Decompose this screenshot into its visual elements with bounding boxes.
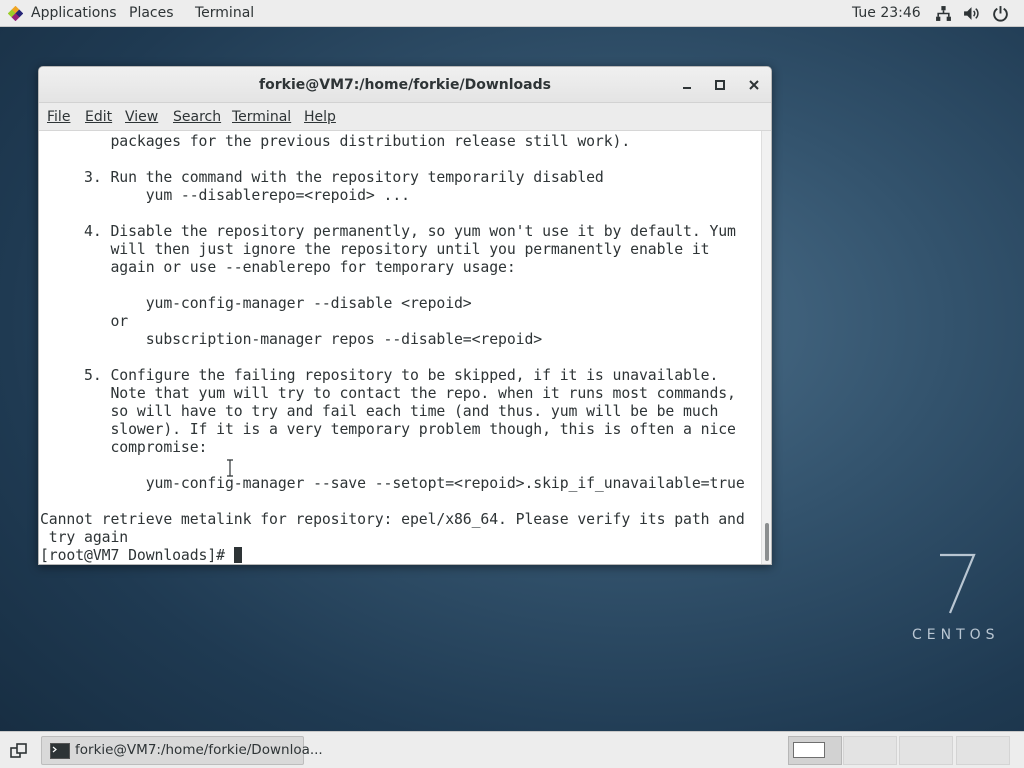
text-cursor-icon bbox=[227, 459, 233, 477]
terminal-app-menu[interactable]: Terminal bbox=[195, 0, 254, 27]
terminal-line: 5. Configure the failing repository to b… bbox=[40, 367, 719, 384]
bottom-panel: forkie@VM7:/home/forkie/Downloa... bbox=[0, 731, 1024, 768]
terminal-line: subscription-manager repos --disable=<re… bbox=[40, 331, 543, 348]
workspace-3[interactable] bbox=[899, 736, 953, 765]
terminal-line: 4. Disable the repository permanently, s… bbox=[40, 223, 736, 240]
workspace-4[interactable] bbox=[956, 736, 1010, 765]
taskbar-window-button[interactable]: forkie@VM7:/home/forkie/Downloa... bbox=[41, 736, 323, 765]
menu-search[interactable]: Search bbox=[173, 103, 221, 131]
applications-menu-icon[interactable] bbox=[8, 6, 23, 21]
close-icon[interactable] bbox=[745, 76, 763, 94]
terminal-line: Note that yum will try to contact the re… bbox=[40, 385, 736, 402]
terminal-line: 3. Run the command with the repository t… bbox=[40, 169, 604, 186]
shell-prompt: [root@VM7 Downloads]# bbox=[40, 547, 234, 564]
terminal-line: Cannot retrieve metalink for repository:… bbox=[40, 511, 745, 528]
network-icon[interactable] bbox=[935, 5, 952, 22]
menu-terminal-label: Terminal bbox=[232, 109, 292, 125]
terminal-line: yum-config-manager --save --setopt=<repo… bbox=[40, 475, 745, 492]
workspace-2[interactable] bbox=[843, 736, 897, 765]
terminal-line: compromise: bbox=[40, 439, 208, 456]
terminal-line: or bbox=[40, 313, 129, 330]
menu-help-label: Help bbox=[304, 109, 336, 125]
places-menu[interactable]: Places bbox=[129, 0, 174, 27]
applications-menu[interactable]: Applications bbox=[31, 0, 117, 27]
volume-icon[interactable] bbox=[963, 5, 980, 22]
window-title: forkie@VM7:/home/forkie/Downloads bbox=[259, 77, 551, 93]
show-desktop-icon[interactable] bbox=[7, 739, 31, 763]
window-menubar: File Edit View Search Terminal Help bbox=[39, 103, 771, 131]
terminal-cursor bbox=[233, 547, 242, 563]
power-icon[interactable] bbox=[992, 5, 1009, 22]
menu-terminal[interactable]: Terminal bbox=[232, 103, 291, 131]
terminal-line: will then just ignore the repository unt… bbox=[40, 241, 710, 258]
menu-view-label: View bbox=[125, 109, 159, 125]
terminal-line: again or use --enablerepo for temporary … bbox=[40, 259, 516, 276]
top-panel: Applications Places Terminal Tue 23:46 bbox=[0, 0, 1024, 27]
centos-wordmark: CENTOS bbox=[912, 627, 1000, 643]
terminal-line: slower). If it is a very temporary probl… bbox=[40, 421, 736, 438]
centos-seven-logo bbox=[940, 553, 976, 614]
terminal-window: forkie@VM7:/home/forkie/Downloads File E… bbox=[38, 66, 772, 565]
terminal-text: packages for the previous distribution r… bbox=[40, 133, 745, 564]
terminal-scrollbar[interactable] bbox=[761, 131, 771, 564]
workspace-window-thumbnail bbox=[793, 742, 825, 758]
menu-view[interactable]: View bbox=[125, 103, 158, 131]
terminal-icon bbox=[50, 743, 70, 759]
terminal-line: yum --disablerepo=<repoid> ... bbox=[40, 187, 410, 204]
workspace-1[interactable] bbox=[788, 736, 842, 765]
menu-help[interactable]: Help bbox=[304, 103, 336, 131]
clock[interactable]: Tue 23:46 bbox=[852, 0, 921, 26]
terminal-line: yum-config-manager --disable <repoid> bbox=[40, 295, 472, 312]
minimize-icon[interactable] bbox=[678, 76, 696, 94]
terminal-line: so will have to try and fail each time (… bbox=[40, 403, 719, 420]
menu-file[interactable]: File bbox=[47, 103, 70, 131]
terminal-line: packages for the previous distribution r… bbox=[40, 133, 631, 150]
terminal-prompt-line: [root@VM7 Downloads]# bbox=[40, 547, 745, 564]
maximize-icon[interactable] bbox=[711, 76, 729, 94]
menu-search-label: Search bbox=[173, 109, 222, 125]
taskbar-window-label: forkie@VM7:/home/forkie/Downloa... bbox=[75, 742, 323, 758]
window-titlebar[interactable]: forkie@VM7:/home/forkie/Downloads bbox=[39, 67, 771, 103]
menu-edit[interactable]: Edit bbox=[85, 103, 112, 131]
scrollbar-thumb[interactable] bbox=[765, 523, 769, 561]
menu-edit-label: Edit bbox=[85, 109, 113, 125]
terminal-line: try again bbox=[40, 529, 129, 546]
menu-file-label: File bbox=[47, 109, 71, 125]
terminal-output[interactable]: packages for the previous distribution r… bbox=[39, 131, 761, 564]
